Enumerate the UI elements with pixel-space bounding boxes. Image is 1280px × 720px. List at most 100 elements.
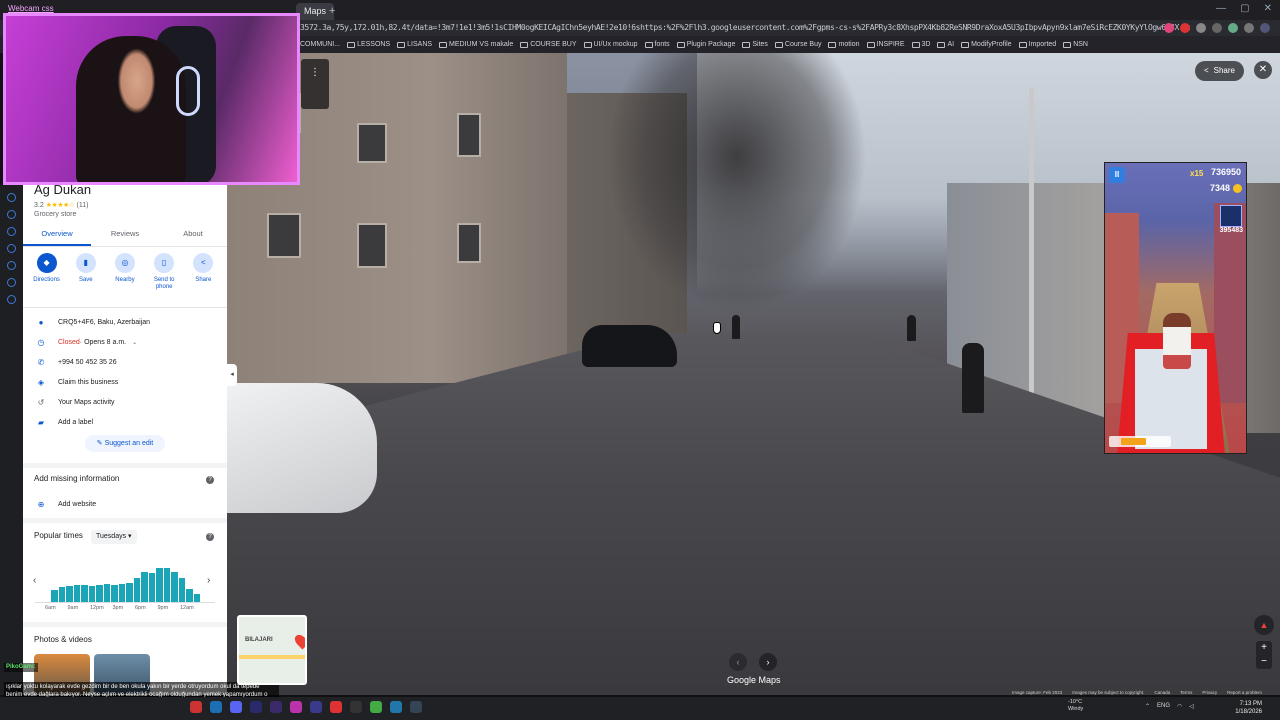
app-icon[interactable] bbox=[370, 701, 382, 713]
place-rating[interactable]: 3.2 ★★★★☆ (11) bbox=[34, 201, 88, 209]
nearby-button[interactable]: ◎ Nearby bbox=[107, 253, 143, 291]
rail-icon[interactable] bbox=[7, 227, 16, 236]
popular-times-bar[interactable] bbox=[126, 582, 133, 602]
add-website-row[interactable]: ⊕ Add website bbox=[23, 494, 97, 514]
send-to-phone-button[interactable]: ▯ Send to phone bbox=[146, 253, 182, 291]
weather-widget[interactable]: -10°C Windy bbox=[1068, 699, 1083, 713]
popular-times-bar[interactable] bbox=[73, 584, 80, 602]
bookmark-item[interactable]: Sites bbox=[742, 41, 768, 48]
app-icon[interactable] bbox=[190, 701, 202, 713]
app-icon[interactable] bbox=[250, 701, 262, 713]
minimap[interactable]: BILAJARI bbox=[237, 615, 307, 685]
extension-icon[interactable] bbox=[1164, 23, 1174, 33]
popular-times-bar[interactable] bbox=[103, 583, 110, 602]
new-tab-button[interactable]: + bbox=[329, 3, 335, 19]
popular-times-bar[interactable] bbox=[163, 568, 170, 602]
popular-times-bar[interactable] bbox=[186, 589, 193, 602]
popular-times-bar[interactable] bbox=[111, 584, 118, 602]
bookmark-item[interactable]: Course Buy bbox=[774, 41, 821, 48]
bookmark-item[interactable]: ModifyProfile bbox=[961, 41, 1012, 48]
popular-times-bar[interactable] bbox=[141, 571, 148, 602]
bookmark-item[interactable]: Imported bbox=[1018, 41, 1056, 48]
day-select[interactable]: Tuesdays ▾ bbox=[91, 530, 137, 544]
rail-icon[interactable] bbox=[7, 261, 16, 270]
rail-icon[interactable] bbox=[7, 210, 16, 219]
app-icon[interactable] bbox=[350, 701, 362, 713]
zoom-in-button[interactable]: + bbox=[1256, 641, 1272, 655]
help-icon[interactable]: ? bbox=[206, 533, 214, 541]
bookmark-item[interactable]: 3D bbox=[911, 41, 930, 48]
footer-report-link[interactable]: Report a problem bbox=[1227, 690, 1262, 695]
url-text[interactable]: 3572.3a,75y,172.01h,82.4t/data=!3m7!1e1!… bbox=[300, 20, 1190, 36]
app-icon[interactable] bbox=[310, 701, 322, 713]
bookmark-item[interactable]: UI/Ux mockup bbox=[583, 41, 638, 48]
tab-about[interactable]: About bbox=[159, 227, 227, 246]
share-place-button[interactable]: < Share bbox=[185, 253, 221, 291]
bookmark-item[interactable]: fonts bbox=[644, 41, 670, 48]
extension-icon[interactable] bbox=[1244, 23, 1254, 33]
bookmark-item[interactable]: motion bbox=[828, 41, 860, 48]
extension-icon[interactable] bbox=[1228, 23, 1238, 33]
close-window-button[interactable]: ✕ bbox=[1264, 3, 1272, 14]
directions-button[interactable]: ◆ Directions bbox=[29, 253, 65, 291]
popular-times-bar[interactable] bbox=[148, 572, 155, 602]
wifi-icon[interactable]: ◠ bbox=[1177, 703, 1182, 710]
suggest-edit-button[interactable]: ✎ Suggest an edit bbox=[85, 435, 165, 452]
bookmark-item[interactable]: LESSONS bbox=[347, 41, 390, 48]
app-icon[interactable] bbox=[410, 701, 422, 713]
extension-icon[interactable] bbox=[1212, 23, 1222, 33]
help-icon[interactable]: ? bbox=[206, 476, 214, 484]
rail-icon[interactable] bbox=[7, 244, 16, 253]
extension-icon[interactable] bbox=[1260, 23, 1270, 33]
place-category[interactable]: Grocery store bbox=[34, 211, 76, 218]
app-icon[interactable] bbox=[270, 701, 282, 713]
hours-row[interactable]: ◷ Closed · Opens 8 a.m. ⌄ bbox=[23, 332, 227, 352]
zoom-out-button[interactable]: − bbox=[1256, 655, 1272, 669]
share-button[interactable]: < Share bbox=[1194, 61, 1244, 81]
bookmark-item[interactable]: MEDIUM VS makale bbox=[439, 41, 513, 48]
bookmark-item[interactable]: LISANS bbox=[397, 41, 432, 48]
street-view-menu-button[interactable]: ⋮ bbox=[301, 59, 329, 109]
popular-times-bar[interactable] bbox=[81, 584, 88, 602]
app-icon[interactable] bbox=[330, 701, 342, 713]
popular-times-bar[interactable] bbox=[193, 594, 200, 602]
popular-times-bar[interactable] bbox=[178, 578, 185, 602]
popular-times-bar[interactable] bbox=[118, 583, 125, 602]
next-image-button[interactable]: › bbox=[759, 653, 777, 671]
rail-icon[interactable] bbox=[7, 295, 16, 304]
add-label-row[interactable]: ▰ Add a label bbox=[23, 412, 227, 432]
extension-icon[interactable] bbox=[1196, 23, 1206, 33]
footer-privacy-link[interactable]: Privacy bbox=[1202, 690, 1217, 695]
app-icon[interactable] bbox=[390, 701, 402, 713]
bookmark-item[interactable]: COURSE BUY bbox=[520, 41, 577, 48]
app-icon[interactable] bbox=[290, 701, 302, 713]
previous-image-button[interactable]: ‹ bbox=[729, 653, 747, 671]
address-row[interactable]: ● CRQ5+4F6, Baku, Azerbaijan bbox=[23, 312, 227, 332]
claim-business-row[interactable]: ◈ Claim this business bbox=[23, 372, 227, 392]
tab-reviews[interactable]: Reviews bbox=[91, 227, 159, 246]
bookmark-item[interactable]: COMMUNI... bbox=[300, 41, 340, 48]
game-pause-button[interactable]: II bbox=[1109, 167, 1125, 183]
app-icon[interactable] bbox=[210, 701, 222, 713]
extension-icon[interactable] bbox=[1180, 23, 1190, 33]
bookmark-item[interactable]: Plugin Package bbox=[676, 41, 735, 48]
collapse-panel-button[interactable]: ◂ bbox=[227, 364, 237, 386]
popular-times-bar[interactable] bbox=[156, 567, 163, 602]
bookmark-item[interactable]: NSN bbox=[1063, 41, 1088, 48]
save-button[interactable]: ▮ Save bbox=[68, 253, 104, 291]
chevron-right-icon[interactable]: › bbox=[207, 575, 210, 586]
popular-times-bar[interactable] bbox=[88, 585, 95, 602]
bookmark-item[interactable]: AI bbox=[937, 41, 954, 48]
app-icon[interactable] bbox=[230, 701, 242, 713]
maps-activity-row[interactable]: ↺ Your Maps activity bbox=[23, 392, 227, 412]
chevron-left-icon[interactable]: ‹ bbox=[33, 575, 36, 586]
compass-icon[interactable]: ▲ bbox=[1254, 615, 1274, 635]
popular-times-bar[interactable] bbox=[58, 586, 65, 602]
maximize-button[interactable]: ▢ bbox=[1240, 3, 1249, 14]
popular-times-bar[interactable] bbox=[51, 589, 58, 602]
tab-overview[interactable]: Overview bbox=[23, 227, 91, 246]
rail-icon[interactable] bbox=[7, 278, 16, 287]
close-street-view-button[interactable]: ✕ bbox=[1254, 61, 1272, 79]
popular-times-bar[interactable] bbox=[96, 584, 103, 602]
footer-region-link[interactable]: Canada bbox=[1154, 690, 1170, 695]
